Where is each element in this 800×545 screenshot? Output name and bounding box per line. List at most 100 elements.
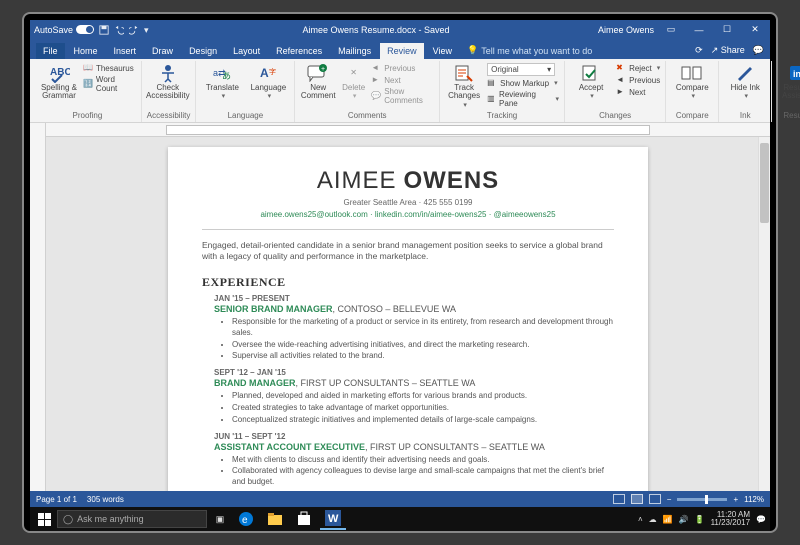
tab-view[interactable]: View — [426, 43, 459, 59]
markup-icon: ▤ — [487, 78, 497, 88]
spelling-grammar-button[interactable]: ABC Spelling & Grammar — [39, 63, 79, 101]
show-markup-button[interactable]: ▤Show Markup — [487, 78, 559, 88]
display-for-review-select[interactable]: Original▾ — [487, 63, 555, 76]
document-canvas[interactable]: AIMEE OWENS Greater Seattle Area · 425 5… — [46, 137, 770, 491]
minimize-button[interactable]: — — [688, 25, 710, 35]
group-comments: + New Comment ✕ Delete ◄Previous ►Next 💬… — [295, 61, 440, 122]
tab-insert[interactable]: Insert — [107, 43, 144, 59]
taskbar-edge[interactable]: e — [233, 508, 259, 530]
word-count-button[interactable]: 🔢Word Count — [83, 75, 136, 93]
svg-text:+: + — [321, 66, 325, 73]
horizontal-ruler[interactable] — [46, 123, 770, 137]
start-button[interactable] — [34, 509, 54, 529]
share-button[interactable]: ↗ Share — [711, 45, 745, 56]
sync-icon[interactable]: ⟳ — [695, 45, 703, 56]
zoom-level[interactable]: 112% — [744, 495, 764, 504]
show-comments-icon: 💬 — [371, 91, 381, 101]
tab-references[interactable]: References — [269, 43, 329, 59]
show-comments-button[interactable]: 💬Show Comments — [371, 87, 434, 105]
group-ink: Hide Ink Ink — [719, 61, 772, 122]
taskbar-clock[interactable]: 11:20 AM 11/23/2017 — [711, 511, 750, 528]
print-layout-icon[interactable] — [631, 494, 643, 504]
tab-layout[interactable]: Layout — [226, 43, 267, 59]
tray-onedrive-icon[interactable]: ☁ — [649, 515, 657, 524]
accept-button[interactable]: Accept — [570, 63, 612, 101]
tab-design[interactable]: Design — [182, 43, 224, 59]
reviewing-pane-button[interactable]: ▥Reviewing Pane — [487, 90, 559, 108]
compare-button[interactable]: Compare — [671, 63, 713, 101]
vertical-scrollbar[interactable] — [758, 137, 770, 491]
tab-review[interactable]: Review — [380, 43, 424, 59]
previous-change-button[interactable]: ◄Previous — [616, 75, 660, 85]
close-button[interactable]: ✕ — [744, 24, 766, 35]
page-indicator[interactable]: Page 1 of 1 — [36, 495, 77, 504]
group-label: Language — [201, 110, 289, 120]
resume-assistant-button[interactable]: in Resume Assistant — [777, 63, 800, 101]
group-changes: Accept ✖Reject ◄Previous ►Next Changes — [565, 61, 666, 122]
translate-button[interactable]: a⇄あ Translate — [201, 63, 243, 101]
reject-button[interactable]: ✖Reject — [616, 63, 660, 73]
next-comment-button[interactable]: ►Next — [371, 75, 434, 85]
zoom-out-button[interactable]: − — [667, 495, 672, 504]
save-icon[interactable] — [99, 25, 109, 35]
track-changes-button[interactable]: Track Changes — [445, 63, 483, 109]
page[interactable]: AIMEE OWENS Greater Seattle Area · 425 5… — [168, 147, 648, 491]
tray-volume-icon[interactable]: 🔊 — [679, 515, 689, 524]
next-change-button[interactable]: ►Next — [616, 87, 660, 97]
group-label: Ink — [724, 110, 766, 120]
word-count-status[interactable]: 305 words — [87, 495, 124, 504]
cortana-icon: ◯ — [63, 514, 73, 525]
language-button[interactable]: A字 Language — [247, 63, 289, 101]
tray-chevron-icon[interactable]: ˄ — [638, 515, 643, 524]
ribbon-options-icon[interactable]: ▭ — [660, 24, 682, 35]
ink-icon — [734, 63, 756, 83]
delete-comment-icon: ✕ — [343, 63, 365, 83]
autosave-toggle[interactable]: AutoSave — [34, 25, 94, 35]
windows-logo-icon — [38, 513, 51, 526]
resume-contact-line: Greater Seattle Area · 425 555 0199 — [202, 198, 614, 207]
cortana-search[interactable]: ◯ Ask me anything — [57, 510, 207, 528]
tab-mailings[interactable]: Mailings — [331, 43, 378, 59]
group-compare: Compare Compare — [666, 61, 719, 122]
web-layout-icon[interactable] — [649, 494, 661, 504]
tab-home[interactable]: Home — [67, 43, 105, 59]
reviewing-pane-icon: ▥ — [487, 94, 496, 104]
taskbar-explorer[interactable] — [262, 508, 288, 530]
autosave-switch-icon — [76, 25, 94, 34]
scrollbar-thumb[interactable] — [760, 143, 769, 223]
zoom-in-button[interactable]: + — [733, 495, 738, 504]
taskbar-store[interactable] — [291, 508, 317, 530]
task-view-icon[interactable]: ▣ — [210, 509, 230, 529]
tab-file[interactable]: File — [36, 43, 65, 59]
thesaurus-icon: 📖 — [83, 63, 93, 73]
new-comment-icon: + — [307, 63, 329, 83]
tray-network-icon[interactable]: 📶 — [663, 515, 673, 524]
reject-icon: ✖ — [616, 63, 626, 73]
redo-icon[interactable] — [129, 25, 139, 35]
delete-comment-button[interactable]: ✕ Delete — [340, 63, 367, 101]
undo-icon[interactable] — [114, 25, 124, 35]
qat-customize-icon[interactable]: ▾ — [144, 25, 154, 35]
tell-me-search[interactable]: 💡 Tell me what you want to do — [467, 45, 592, 59]
comments-pane-icon[interactable]: 💬 — [753, 45, 764, 56]
thesaurus-button[interactable]: 📖Thesaurus — [83, 63, 136, 73]
svg-text:W: W — [328, 513, 339, 525]
next-icon: ► — [371, 75, 381, 85]
previous-icon: ◄ — [616, 75, 626, 85]
maximize-button[interactable]: ☐ — [716, 24, 738, 35]
zoom-slider[interactable] — [677, 498, 727, 501]
tray-battery-icon[interactable]: 🔋 — [695, 515, 705, 524]
tab-draw[interactable]: Draw — [145, 43, 180, 59]
divider — [202, 229, 614, 230]
action-center-icon[interactable]: 💬 — [756, 515, 766, 524]
check-accessibility-button[interactable]: Check Accessibility — [147, 63, 189, 101]
hide-ink-button[interactable]: Hide Ink — [724, 63, 766, 101]
group-tracking: Track Changes Original▾ ▤Show Markup ▥Re… — [440, 61, 565, 122]
new-comment-button[interactable]: + New Comment — [300, 63, 336, 101]
taskbar-word[interactable]: W — [320, 508, 346, 530]
previous-comment-button[interactable]: ◄Previous — [371, 63, 434, 73]
read-mode-icon[interactable] — [613, 494, 625, 504]
vertical-ruler[interactable] — [30, 123, 46, 491]
user-name[interactable]: Aimee Owens — [598, 25, 654, 35]
group-label: Changes — [570, 110, 660, 120]
